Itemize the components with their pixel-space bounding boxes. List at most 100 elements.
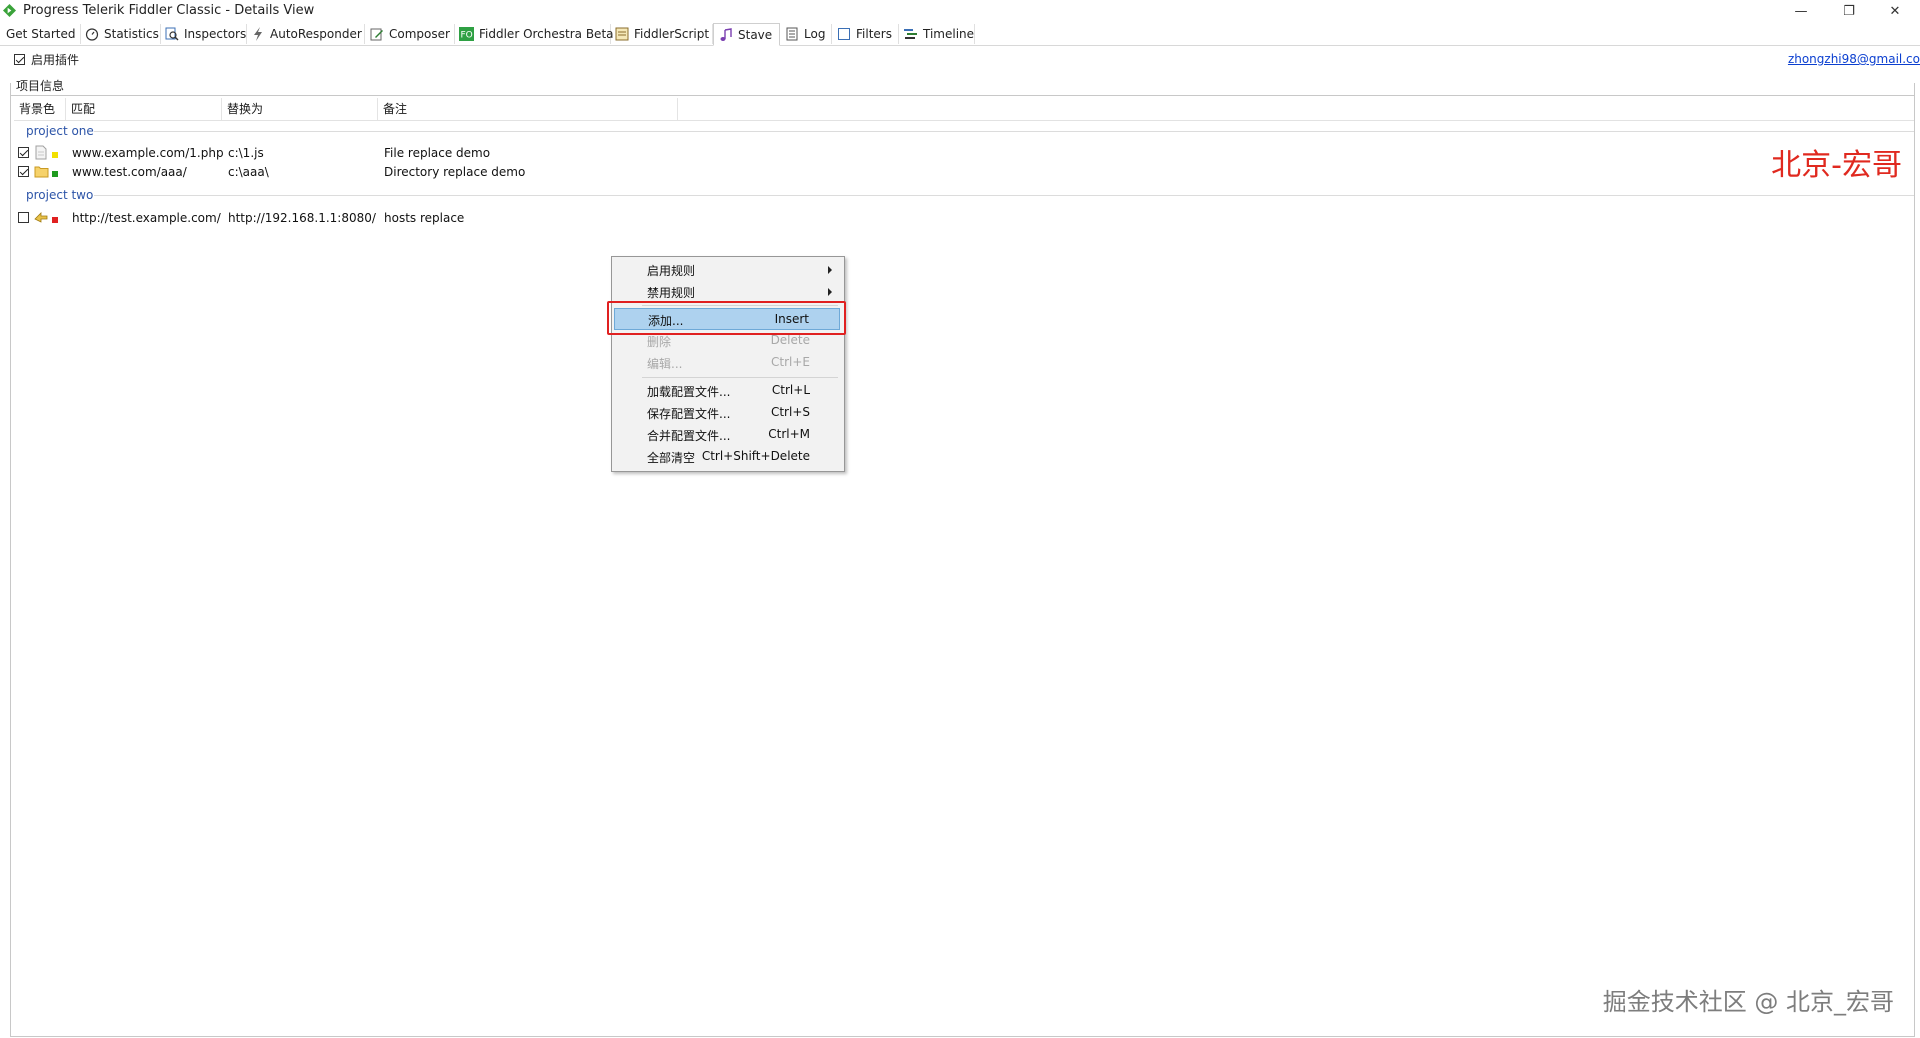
fo-icon: FO [459,27,474,42]
email-link[interactable]: zhongzhi98@gmail.co [1788,52,1920,66]
arrow-swap-icon [34,212,48,223]
group-header-project-two[interactable]: project two [26,188,93,202]
bg-color-swatch [52,217,58,223]
row-checkbox[interactable] [18,147,29,158]
menu-item-shortcut: Delete [770,333,810,347]
restore-icon: ❐ [1843,3,1855,19]
tab-label: Inspectors [184,27,247,41]
svg-text:FO: FO [461,31,473,41]
music-note-icon [718,27,733,42]
annotation-highlight-box [607,301,846,335]
tab-composer[interactable]: Composer [365,24,455,44]
submenu-arrow-icon [828,266,832,274]
minimize-button[interactable]: — [1778,0,1824,22]
group-separator [94,195,1914,196]
title-bar: Progress Telerik Fiddler Classic - Detai… [0,0,1920,22]
file-icon [35,145,47,160]
match-cell: www.test.com/aaa/ [72,165,187,179]
menu-item-label: 删除 [647,335,672,349]
group-separator [94,131,1914,132]
menu-item-save-config[interactable]: 保存配置文件... Ctrl+S [614,402,840,424]
fiddler-logo-icon [3,4,16,17]
column-header-bg[interactable]: 背景色 [14,98,66,120]
tab-stave[interactable]: Stave [713,23,780,46]
tab-log[interactable]: Log [780,24,832,44]
column-header-match[interactable]: 匹配 [66,98,222,120]
close-button[interactable]: ✕ [1872,0,1918,22]
menu-item-label: 加载配置文件... [647,385,731,399]
tab-timeline[interactable]: Timeline [899,24,975,44]
column-label: 背景色 [19,102,56,116]
menu-separator [642,377,838,378]
log-icon [784,27,799,42]
menu-item-label: 保存配置文件... [647,407,731,421]
bg-color-swatch [52,152,58,158]
match-cell: http://test.example.com/ [72,211,221,225]
menu-item-shortcut: Ctrl+L [771,383,810,397]
lightning-icon [251,27,265,42]
tab-label: Timeline [923,27,975,41]
menu-item-label: 全部清空 [647,451,696,465]
replace-cell: c:\aaa\ [228,165,269,179]
menu-item-label: 禁用规则 [647,286,696,300]
column-label: 匹配 [71,102,96,116]
menu-item-clear-all[interactable]: 全部清空 Ctrl+Shift+Delete [614,446,840,468]
row-checkbox[interactable] [18,166,29,177]
inspector-icon [165,27,179,42]
enable-plugin-checkbox[interactable] [14,54,25,65]
folder-icon [34,166,49,178]
tab-label: Filters [856,27,892,41]
menu-item-merge-config[interactable]: 合并配置文件... Ctrl+M [614,424,840,446]
tab-label: Get Started [6,27,76,41]
tab-statistics[interactable]: Statistics [81,24,161,44]
restore-button[interactable]: ❐ [1826,0,1872,22]
window-title: Progress Telerik Fiddler Classic - Detai… [23,3,315,18]
submenu-arrow-icon [828,288,832,296]
column-header-replace[interactable]: 替换为 [222,98,378,120]
note-cell: Directory replace demo [384,165,526,179]
match-cell: www.example.com/1.php [72,146,224,160]
menu-item-shortcut: Ctrl+E [771,355,810,369]
tab-fiddler-orchestra[interactable]: FO Fiddler Orchestra Beta [455,24,614,44]
menu-item-shortcut: Ctrl+M [768,427,810,441]
replace-cell: http://192.168.1.1:8080/ [228,211,376,225]
checkbox-icon [836,27,851,42]
tab-label: Statistics [104,27,159,41]
bg-color-swatch [52,171,58,177]
enable-plugin-label: 启用插件 [31,53,80,67]
script-icon [615,27,629,42]
menu-item-label: 合并配置文件... [647,429,731,443]
tab-filters[interactable]: Filters [832,24,899,44]
menu-item-disable-rules[interactable]: 禁用规则 [614,281,840,303]
community-watermark: 掘金技术社区 @ 北京_宏哥 [1602,988,1894,1016]
tab-fiddlerscript[interactable]: FiddlerScript [611,24,713,44]
tab-label: Fiddler Orchestra Beta [479,27,614,41]
list-header: 背景色 匹配 替换为 备注 [14,98,1914,121]
tab-label: Composer [389,27,450,41]
menu-item-shortcut: Ctrl+S [770,405,810,419]
tab-get-started[interactable]: Get Started [2,24,81,44]
tab-inspectors[interactable]: Inspectors [161,24,247,44]
author-watermark: 北京-宏哥 [1771,148,1902,183]
tab-label: FiddlerScript [634,27,710,41]
tab-label: Stave [738,27,773,42]
timeline-icon [903,27,918,42]
column-header-note[interactable]: 备注 [378,98,678,120]
group-header-project-one[interactable]: project one [26,124,94,138]
stopwatch-icon [85,27,99,42]
tab-label: Log [804,27,826,41]
minimize-icon: — [1794,3,1808,19]
menu-item-load-config[interactable]: 加载配置文件... Ctrl+L [614,380,840,402]
pencil-icon [369,27,384,42]
column-label: 备注 [383,102,408,116]
context-menu: 启用规则 禁用规则 添加... Insert 删除 Delete 编辑... C… [611,256,845,472]
menu-item-enable-rules[interactable]: 启用规则 [614,259,840,281]
close-icon: ✕ [1889,3,1901,19]
menu-item-label: 启用规则 [647,264,696,278]
tab-autoresponder[interactable]: AutoResponder [247,24,365,44]
row-checkbox[interactable] [18,212,29,223]
menu-item-edit[interactable]: 编辑... Ctrl+E [614,352,840,374]
menu-item-shortcut: Ctrl+Shift+Delete [701,449,810,463]
menu-item-label: 编辑... [647,357,683,371]
tab-strip: Get Started Statistics Inspectors AutoRe… [0,23,1920,46]
